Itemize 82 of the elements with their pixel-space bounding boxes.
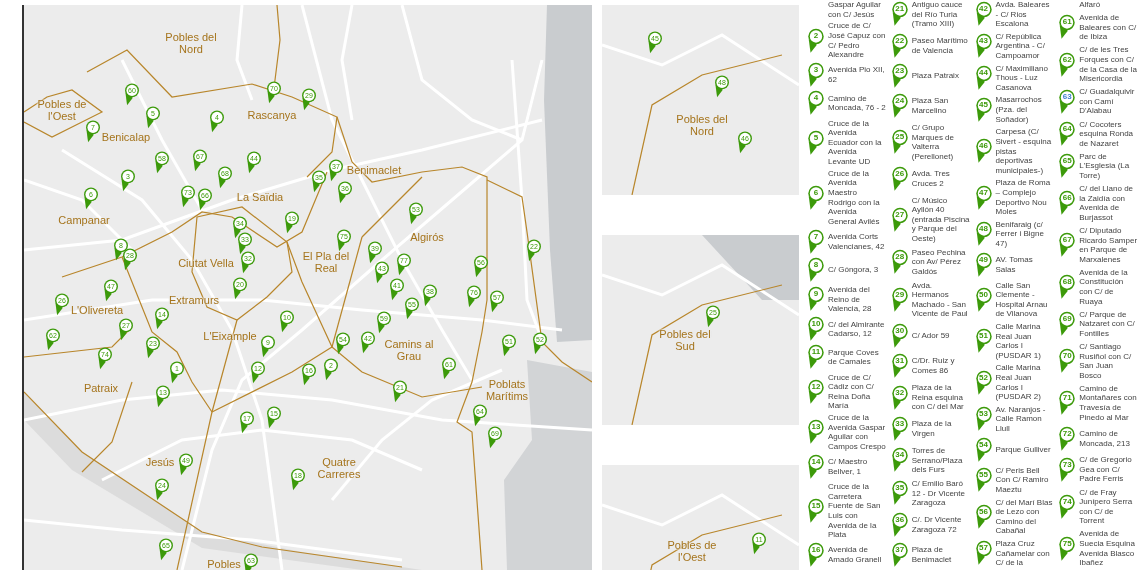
legend-text: Avenida de la Constitución con C/ de Ruaya: [1079, 267, 1129, 307]
district-label: Pobles: [207, 558, 241, 570]
legend-text: Calle Marina Real Juan Carlos I (PUSDAR 1): [995, 322, 1042, 361]
legend-text: Parc de L'Esglesia (La Torre): [1079, 151, 1131, 181]
legend-text: Plaza de Benimaclet: [911, 545, 953, 565]
legend-text: Cruce de C/ Cádiz con C/ Reina Doña María: [828, 372, 875, 411]
legend-text: C/ Maximiliano Thous - Luz Casanova: [995, 63, 1049, 93]
district-label: Benicalap: [101, 131, 151, 143]
district-label: Jesús: [145, 456, 175, 468]
legend-text: Avda. Hermanos Machado - San Vicente de Paul: [911, 280, 969, 319]
district-label: Rascanya: [247, 109, 297, 121]
legend-text: Plaza Patraix: [911, 71, 960, 81]
legend-text: Masarrochos (Pza. del Soñador): [995, 95, 1043, 125]
district-label: Pobles del Sud: [658, 328, 712, 352]
legend-text: Av. Naranjos - Calle Ramon Llull: [995, 404, 1047, 434]
legend-text: C/ Emilio Baró 12 - Dr Vicente Zaragoza: [911, 478, 966, 508]
legend-text: C/ Santiago Rusiñol con C/ San Juan Bosco: [1079, 342, 1133, 381]
legend-text: C/ de Gregorio Gea con C/ Padre Ferris: [1079, 455, 1133, 485]
legend-text: Plaza de Roma – Complejo Deportivo Nou Moles: [995, 178, 1052, 217]
legend-text: Avda. Tres Cruces 2: [911, 168, 951, 189]
legend-text: C/ Góngora, 3: [828, 265, 880, 275]
legend-text: Torres de Serrano/Plaza dels Furs: [911, 446, 964, 475]
legend-text: C/Dr. Ruiz y Comes 86: [911, 356, 956, 376]
legend-text: Cruce de la Avenida Ecuador con la Avenida Levante UD: [828, 118, 883, 167]
legend-text: Camino de Montañares con Travesía de Pinedo al Mar: [1079, 383, 1138, 423]
legend-text: Avenida Pio XII, 62: [828, 65, 886, 85]
legend-text: C/. Dr Vicente Zaragoza 72: [911, 515, 963, 535]
district-label: El Pla del Real: [301, 250, 351, 274]
legend-text: C/ Ador 59: [911, 331, 951, 341]
legend-text: C/ del Llano de la Zaidía con Avenida de Burjassot: [1079, 184, 1135, 223]
legend-text: Parque Coves de Camales: [828, 347, 880, 367]
legend-text: Antiguo cauce del Río Turia (Tramo XIII): [911, 0, 964, 29]
district-label: L'Olivereta: [70, 304, 124, 316]
legend-text: Avda. Baleares - C/ Rios Escalona: [995, 0, 1051, 29]
legend-text: C/ del Almirante Cadarso, 12: [828, 319, 886, 339]
legend-text: Plaza de la Virgen: [911, 419, 953, 439]
district-label: La Saïdia: [236, 191, 284, 203]
legend-text: Alfaró: [1079, 0, 1102, 10]
legend-text: Cruce de la Carretera Fuente de San Luis con Avenida de la Plata: [828, 482, 882, 540]
legend-text: Camino de Moncada, 76 - 2: [828, 93, 886, 113]
district-label: Pobles de l'Oest: [36, 98, 88, 122]
legend-text: Calle San Clemente - Hospital Arnau de Vilanova: [995, 280, 1049, 319]
legend-text: Paseo Marítimo de Valencia: [911, 36, 969, 56]
legend-text: Paseo Pechina con Av/ Pérez Galdós: [911, 247, 967, 277]
legend-text: C/ Guadalquivir con Camí D'Alabau: [1079, 87, 1136, 117]
legend-text: C/ Peris Bell Con C/ Ramiro Maeztu: [995, 465, 1050, 495]
legend-text: Calle Marina Real Juan Carlos I (PUSDAR 2): [995, 363, 1042, 402]
legend-text: Camino de Moncada, 213: [1079, 429, 1131, 449]
legend-text: Plaza San Marcelino: [911, 96, 950, 116]
legend-text: C/ del Marí Blas de Lezo con Camino del Cabañal: [995, 497, 1054, 536]
district-label: Poblats Marítims: [484, 378, 530, 402]
legend-text: Plaza Cruz Cañamelar con C/ de la: [995, 539, 1051, 568]
district-label: Camins al Grau: [383, 338, 435, 362]
legend-text: C/ Maestro Bellver, 1: [828, 457, 869, 477]
legend-text: AV. Tomas Salas: [995, 255, 1034, 275]
legend-text: Cruce de la Avenida Maestro Rodrigo con la Avenida General Avilés: [828, 168, 881, 227]
legend-text: Cruce de C/ José Capuz con C/ Pedro Alexandre: [828, 21, 886, 60]
legend-text: Cruce de la Avenida Gaspar Aguilar con Campos Crespo: [828, 413, 886, 452]
legend-text: C/ Cocoters esquina Ronda de Nazaret: [1079, 119, 1135, 149]
legend-text: Benifaraig (c/ Ferrer i Bigne 47): [995, 219, 1045, 249]
district-label: Pobles del Nord: [675, 113, 729, 137]
legend-text: Carpesa (C/ Sivert - esquina pistas deportivas municipales-): [995, 127, 1053, 176]
legend-text: C/ de Fray Junípero Serra con C/ de Torrent: [1079, 487, 1134, 526]
legend-text: Parque Gulliver: [995, 444, 1052, 455]
district-label: Algirós: [410, 231, 444, 243]
legend-text: C/ de les Tres Forques con C/ de la Casa de la Misericordia: [1079, 45, 1138, 84]
legend-text: Gaspar Aguilar con C/ Jesús: [828, 0, 882, 20]
legend-text: C/ Grupo Marques de Valterra (Perellonet): [911, 123, 955, 162]
legend-text: Avenida del Reino de Valencia, 28: [828, 285, 873, 314]
legend-text: Avenida de Baleares con C/ de Ibiza: [1079, 13, 1138, 42]
legend-text: Plaza de la Reina esquina con C/ del Mar: [911, 383, 965, 412]
legend-text: Avenida de Amado Granell: [828, 545, 883, 565]
legend-text: C/ República Argentina - C/ Campoamor: [995, 31, 1046, 61]
legend-text: C/ Músico Ayllón 40 (entrada Piscina y Parque del Oeste): [911, 195, 970, 244]
district-label: Campanar: [58, 214, 110, 226]
legend-text: Avenida Corts Valencianes, 42: [828, 232, 886, 252]
district-label: Patraix: [83, 382, 119, 394]
legend-text: C/ Diputado Ricardo Samper en Parque de Marxalenes: [1079, 225, 1138, 265]
legend-text: Avenida de Suecia Esquina Avenida Blasco Ibañez: [1079, 529, 1136, 568]
district-label: Pobles del Nord: [164, 31, 218, 55]
district-label: Quatre Carreres: [316, 456, 362, 480]
legend-text: C/ Parque de Natzaret con C/ Fontilles: [1079, 309, 1136, 339]
